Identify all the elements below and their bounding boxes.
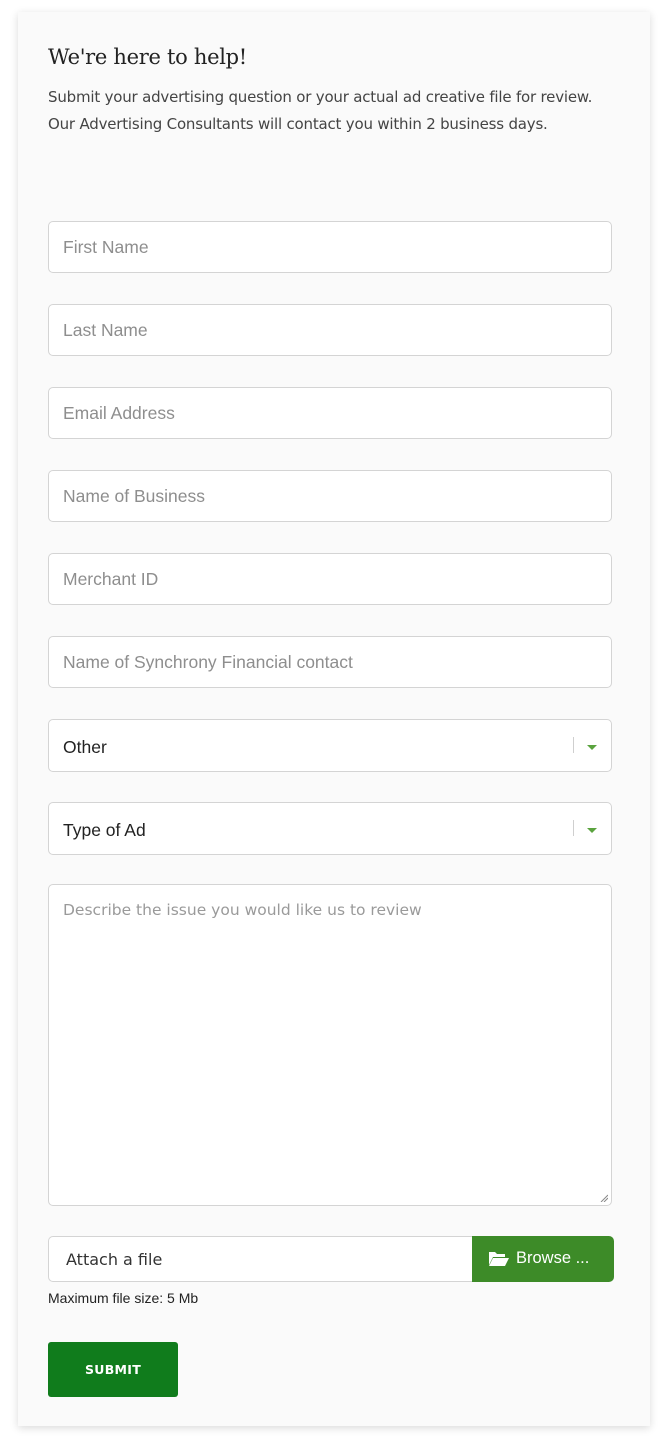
- email-input[interactable]: [49, 388, 611, 438]
- browse-button[interactable]: Browse ...: [472, 1236, 614, 1282]
- chevron-down-icon[interactable]: [587, 828, 597, 833]
- page-title: We're here to help!: [48, 45, 247, 69]
- business-name-input[interactable]: [49, 471, 611, 521]
- merchant-id-input[interactable]: [49, 554, 611, 604]
- file-name-placeholder: Attach a file: [66, 1250, 163, 1269]
- resize-grip-icon[interactable]: [600, 1194, 608, 1202]
- max-file-size-note: Maximum file size: 5 Mb: [48, 1290, 199, 1306]
- synchrony-contact-input[interactable]: [49, 637, 611, 687]
- file-name-field[interactable]: Attach a file: [48, 1236, 473, 1282]
- description-textarea[interactable]: [49, 885, 611, 1205]
- contact-form-card: We're here to help! Submit your advertis…: [18, 12, 650, 1426]
- submit-button[interactable]: SUBMIT: [48, 1342, 178, 1397]
- email-field[interactable]: [48, 387, 612, 439]
- browse-label: Browse ...: [516, 1249, 590, 1267]
- select-separator: [573, 820, 574, 836]
- business-name-field[interactable]: [48, 470, 612, 522]
- file-upload: Attach a file Browse ...: [48, 1236, 614, 1282]
- synchrony-contact-field[interactable]: [48, 636, 612, 688]
- category-select[interactable]: Other: [48, 719, 612, 772]
- last-name-input[interactable]: [49, 305, 611, 355]
- merchant-id-field[interactable]: [48, 553, 612, 605]
- ad-type-select-value: Type of Ad: [63, 820, 146, 840]
- ad-type-select[interactable]: Type of Ad: [48, 802, 612, 855]
- last-name-field[interactable]: [48, 304, 612, 356]
- category-select-value: Other: [63, 737, 107, 757]
- chevron-down-icon[interactable]: [587, 745, 597, 750]
- intro-text: Submit your advertising question or your…: [48, 88, 593, 133]
- first-name-input[interactable]: [49, 222, 611, 272]
- first-name-field[interactable]: [48, 221, 612, 273]
- description-field[interactable]: [48, 884, 612, 1206]
- folder-open-icon: [489, 1252, 509, 1266]
- select-separator: [573, 737, 574, 753]
